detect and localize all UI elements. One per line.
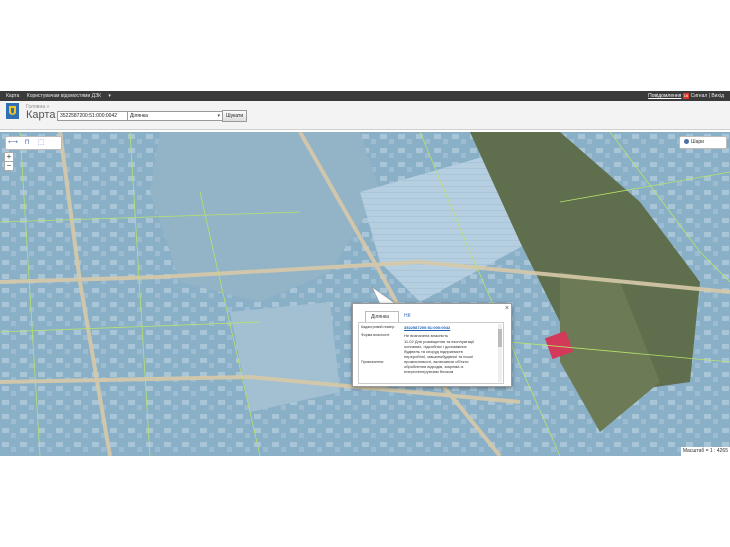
top-links: Повідомлення 16 Сигнал | Вихід [648,92,724,99]
page-title: Карта [26,109,56,121]
select-icon[interactable]: ⬚ [36,139,46,147]
object-type-value: Ділянка [130,113,148,119]
top-bar: Карта Користувачам відомостями ДЗК ▾ Пов… [0,91,730,101]
ruler-icon[interactable]: ⟷ [8,139,18,147]
chevron-down-icon: ▾ [217,113,220,119]
map-scale: Масштаб = 1 : 4265 [681,447,730,456]
ownership-value: Не визначена власність [404,333,449,338]
tab-nk[interactable]: НК [399,311,416,321]
scrollbar-thumb[interactable] [498,329,502,347]
layers-label: Шари [691,139,704,145]
zoom-out-button[interactable]: − [4,161,14,171]
notifications-badge: 16 [682,92,690,99]
map-toolbar: ⟷ ⊓ ⬚ [5,136,62,150]
layers-button[interactable]: Шари [679,136,727,149]
signal-link[interactable]: Сигнал [691,93,708,99]
area-icon[interactable]: ⊓ [22,139,32,147]
purpose-label: Призначення: [361,360,384,364]
object-type-select[interactable]: Ділянка ▾ [127,111,223,121]
popup-scrollbar[interactable] [498,324,502,382]
logout-link[interactable]: Вихід [711,93,724,99]
search-button[interactable]: Шукати [222,110,248,122]
layers-icon [684,139,689,145]
chevron-down-icon[interactable]: ▾ [108,93,111,99]
parcel-info-popup: Ділянка НК × Кадастровий номер: 35225872… [352,303,512,387]
close-icon[interactable]: × [505,305,509,312]
top-nav: Карта Користувачам відомостями ДЗК ▾ [6,91,117,101]
nav-users[interactable]: Користувачам відомостями ДЗК [27,93,101,99]
cadastral-label: Кадастровий номер: [361,325,396,329]
coat-of-arms-logo [6,103,19,119]
nav-map[interactable]: Карта [6,93,19,99]
map-imagery [0,132,730,456]
cadastral-link[interactable]: 3522587200:51:000:0042 [404,325,450,330]
popup-body: Кадастровий номер: 3522587200:51:000:004… [358,322,504,384]
tab-parcel[interactable]: Ділянка [365,311,399,322]
purpose-line: енергогенеруючим блоком [404,369,454,374]
ownership-label: Форма власності: [361,333,391,337]
cadastral-number-input[interactable]: 3522587200:51:000:0042 [57,111,129,121]
page-header: Головна » Карта 3522587200:51:000:0042 Д… [0,101,730,130]
map-canvas[interactable] [0,132,730,456]
notifications-link[interactable]: Повідомлення [648,93,681,99]
